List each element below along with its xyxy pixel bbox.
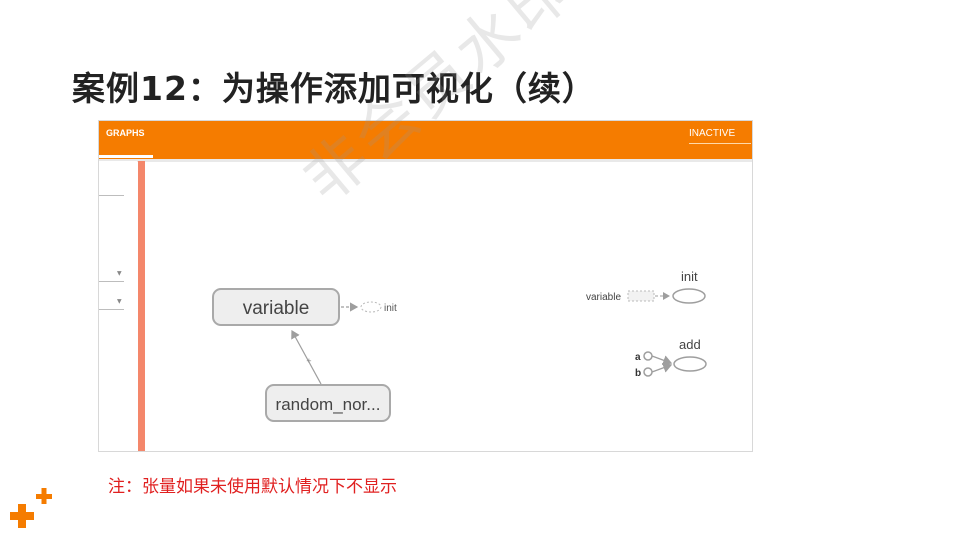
variable-node-label: variable xyxy=(243,298,310,319)
slide-title: 案例12：为操作添加可视化（续） xyxy=(72,69,596,108)
legend-input-b xyxy=(643,367,653,377)
graph-canvas[interactable]: variable init random_nor... + variable i… xyxy=(99,121,752,451)
plus-logo-icon xyxy=(10,488,52,528)
legend-add-node xyxy=(673,356,707,372)
init-node-label: init xyxy=(384,303,397,314)
legend-edge-b xyxy=(651,362,673,373)
legend-input-a xyxy=(643,351,653,361)
legend-variable-label: variable xyxy=(586,292,621,303)
random-normal-node-label: random_nor... xyxy=(276,395,381,414)
legend-init-label: init xyxy=(681,269,698,284)
legend-init-node xyxy=(672,288,706,304)
legend-edge-a xyxy=(651,355,673,366)
legend-variable-node xyxy=(627,290,655,302)
legend-a-label: a xyxy=(635,352,641,363)
edge-shape-mark: + xyxy=(306,357,312,365)
tensorboard-screenshot: GRAPHS INACTIVE ▼ ▼ variable init random… xyxy=(98,120,753,452)
init-node[interactable] xyxy=(360,301,382,313)
legend-add-label: add xyxy=(679,337,701,352)
legend-b-label: b xyxy=(635,368,641,379)
slide-note: 注：张量如果未使用默认情况下不显示 xyxy=(108,477,397,497)
